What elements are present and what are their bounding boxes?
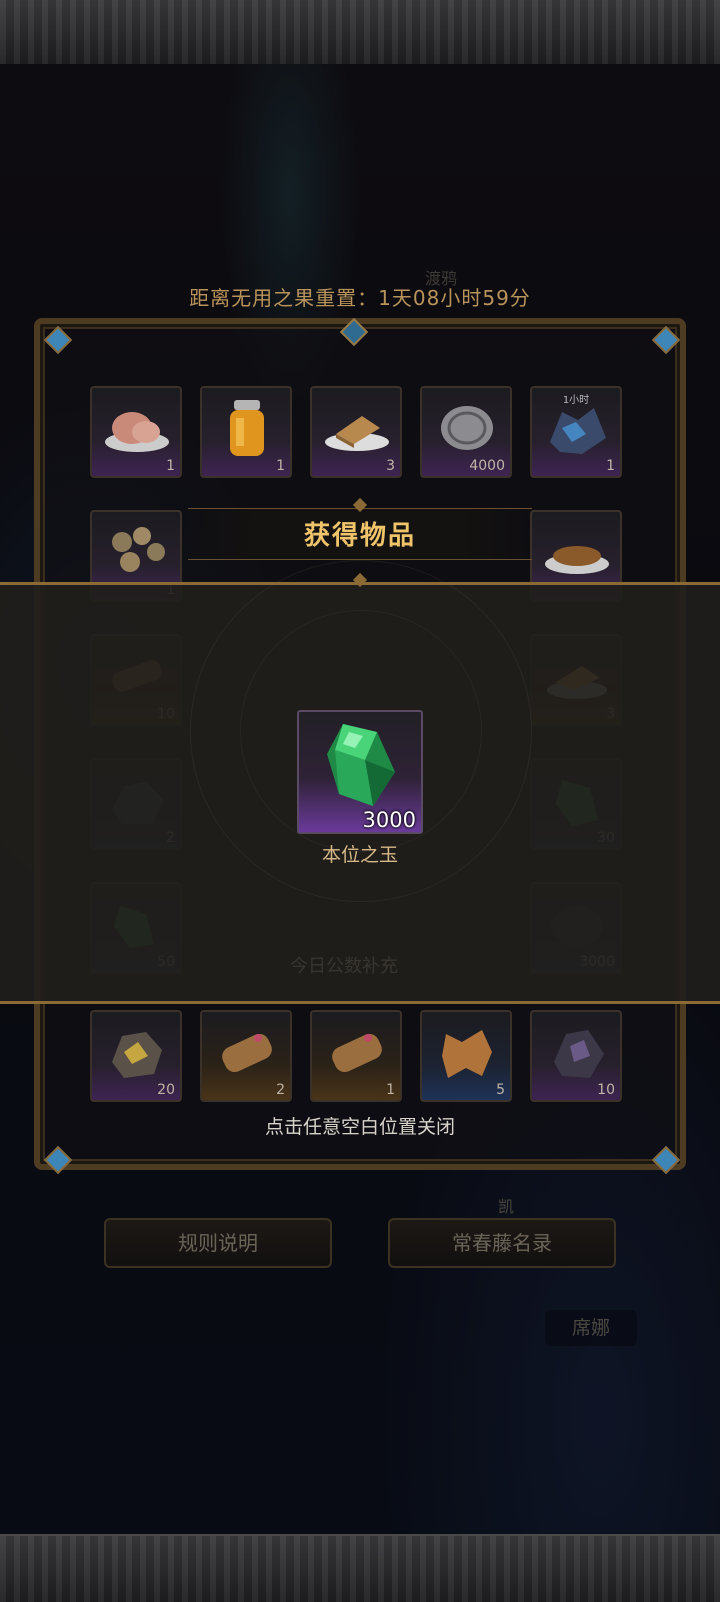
blue-crystal-cluster-icon [550, 408, 606, 454]
leather-scroll-icon [222, 1033, 272, 1073]
item-quantity: 1 [166, 458, 175, 474]
bread-plate-icon [325, 416, 389, 451]
green-jade-crystal-icon [327, 724, 395, 806]
close-hint-text: 点击任意空白位置关闭 [264, 1116, 455, 1138]
leather-scroll-icon [332, 1033, 382, 1073]
shop-item-slot[interactable]: 2 [200, 1010, 292, 1102]
shop-item-slot[interactable]: 1小时 1 [530, 386, 622, 478]
item-quantity: 1 [606, 458, 615, 474]
meat-plate-icon [105, 412, 169, 452]
shop-item-slot[interactable]: 10 [530, 1010, 622, 1102]
item-quantity: 2 [276, 1082, 285, 1098]
gold-ore-icon [112, 1032, 162, 1078]
silver-coin-icon [441, 406, 493, 450]
popup-title: 获得物品 [303, 521, 416, 551]
reset-countdown: 距离无用之果重置：1天08小时59分 [189, 286, 531, 310]
rules-button[interactable]: 规则说明 [104, 1218, 332, 1268]
bottom-ornate-bar [0, 1534, 720, 1602]
item-quantity: 5 [496, 1082, 505, 1098]
background-npc-label-kai: 凯 [498, 1197, 515, 1216]
shop-item-slot[interactable]: 20 [90, 1010, 182, 1102]
reward-quantity: 3000 [362, 808, 416, 832]
item-quantity: 10 [597, 1082, 615, 1098]
reward-item-slot[interactable]: 3000 [297, 710, 423, 834]
item-quantity: 1 [386, 1082, 395, 1098]
animal-hide-icon [442, 1030, 492, 1078]
honey-jar-icon [230, 400, 264, 456]
shop-item-slot[interactable]: 5 [420, 1010, 512, 1102]
reward-item-name: 本位之玉 [321, 844, 398, 866]
shop-item-slot[interactable]: 3 [310, 386, 402, 478]
shop-item-slot[interactable]: 1 [90, 386, 182, 478]
shop-item-slot[interactable]: 4000 [420, 386, 512, 478]
shop-item-slot[interactable]: 1 [310, 1010, 402, 1102]
item-quantity: 4000 [469, 458, 505, 474]
shop-item-slot[interactable]: 1 [200, 386, 292, 478]
item-quantity: 20 [157, 1082, 175, 1098]
roster-button[interactable]: 常春藤名录 [388, 1218, 616, 1268]
item-quantity: 1 [276, 458, 285, 474]
item-quantity: 3 [386, 458, 395, 474]
background-hidden-text: 今日公数补充 [290, 956, 398, 977]
dark-ore-icon [554, 1030, 604, 1078]
background-npc-label-xina[interactable]: 席娜 [545, 1310, 637, 1346]
top-ornate-bar [0, 0, 720, 66]
